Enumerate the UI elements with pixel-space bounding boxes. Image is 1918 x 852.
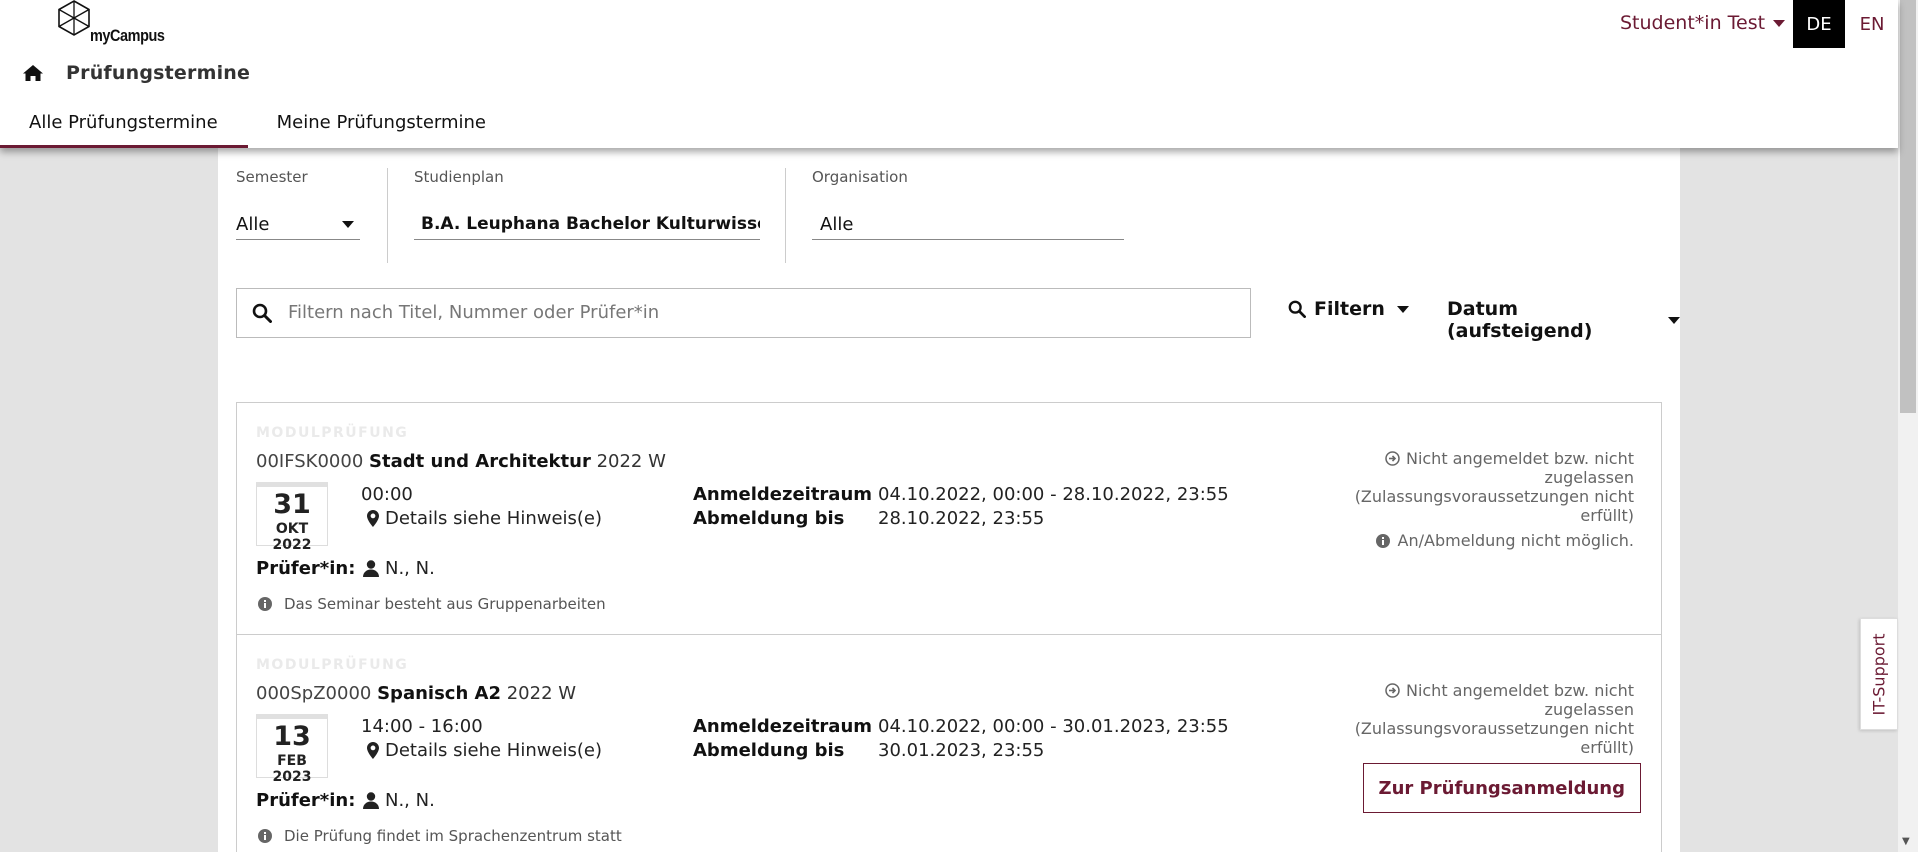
- exam-month-year: OKT 2022: [272, 521, 312, 553]
- reg-period-label: Anmeldezeitraum: [693, 716, 873, 737]
- dereg-label: Abmeldung bis: [693, 740, 845, 761]
- exam-semester: 2022 W: [596, 451, 666, 472]
- studienplan-select[interactable]: B.A. Leuphana Bachelor Kulturwissens ...: [414, 208, 760, 240]
- registration-status: Nicht angemeldet bzw. nicht zugelassen (…: [1344, 449, 1634, 525]
- scrollbar-thumb[interactable]: [1900, 0, 1916, 413]
- info-icon: [258, 829, 272, 843]
- user-menu[interactable]: Student*in Test: [1620, 12, 1786, 34]
- dereg-value: 28.10.2022, 23:55: [878, 508, 1045, 529]
- exam-item: MODULPRÜFUNG 00IFSK0000 Stadt und Archit…: [237, 403, 1661, 635]
- exam-number: 00IFSK0000: [256, 451, 364, 472]
- semester-select[interactable]: Alle: [236, 208, 360, 240]
- examiner: N., N.: [363, 790, 435, 811]
- sign-in-icon: [1385, 451, 1400, 466]
- caret-down-icon: [1668, 316, 1680, 324]
- divider: [387, 168, 388, 263]
- page-title: Prüfungstermine: [66, 62, 251, 84]
- reg-period-label: Anmeldezeitraum: [693, 484, 873, 505]
- search-placeholder: Filtern nach Titel, Nummer oder Prüfer*i…: [288, 302, 660, 323]
- info-icon: [258, 597, 272, 611]
- exam-location: Details siehe Hinweis(e): [367, 740, 602, 761]
- user-icon: [363, 560, 379, 577]
- exam-note-text: Die Prüfung findet im Sprachenzentrum st…: [284, 827, 622, 845]
- organisation-label: Organisation: [812, 168, 908, 186]
- info-icon: [1375, 533, 1390, 548]
- exam-note: Die Prüfung findet im Sprachenzentrum st…: [258, 827, 622, 845]
- sort-button[interactable]: Datum (aufsteigend): [1447, 298, 1680, 342]
- exam-list: MODULPRÜFUNG 00IFSK0000 Stadt und Archit…: [236, 402, 1662, 852]
- registration-info-text: An/Abmeldung nicht möglich.: [1397, 531, 1634, 550]
- exam-semester: 2022 W: [506, 683, 577, 704]
- it-support-label: IT-Support: [1869, 632, 1889, 716]
- caret-down-icon: [342, 221, 354, 228]
- exam-title: 000SpZ0000 Spanisch A2 2022 W: [256, 683, 576, 704]
- exam-month-year: FEB 2023: [272, 753, 312, 785]
- exam-registration-button[interactable]: Zur Prüfungsanmeldung: [1362, 763, 1641, 813]
- it-support-button[interactable]: IT-Support: [1860, 618, 1898, 730]
- exam-day: 31: [273, 489, 311, 520]
- filter-button[interactable]: Filtern: [1288, 298, 1409, 320]
- semester-label: Semester: [236, 168, 308, 186]
- caret-down-icon: [1396, 305, 1409, 313]
- registration-status: Nicht angemeldet bzw. nicht zugelassen (…: [1344, 681, 1634, 757]
- home-icon[interactable]: [22, 64, 44, 82]
- reg-period-value: 04.10.2022, 00:00 - 30.01.2023, 23:55: [878, 716, 1229, 737]
- dereg-label: Abmeldung bis: [693, 508, 845, 529]
- search-icon: [1288, 300, 1306, 318]
- exam-type: MODULPRÜFUNG: [256, 425, 409, 441]
- exam-name: Stadt und Architektur: [369, 451, 591, 472]
- exam-number: 000SpZ0000: [256, 683, 372, 704]
- lang-en-button[interactable]: EN: [1852, 0, 1892, 48]
- app-header: myCampus Student*in Test DE EN Prüfungst…: [0, 0, 1898, 148]
- exam-day: 13: [273, 721, 311, 752]
- exam-note: Das Seminar besteht aus Gruppenarbeiten: [258, 595, 606, 613]
- page-scrollbar[interactable]: ▼: [1898, 0, 1918, 852]
- tab-bar: Alle Prüfungstermine Meine Prüfungstermi…: [0, 108, 516, 148]
- studienplan-label: Studienplan: [414, 168, 504, 186]
- exam-location-text: Details siehe Hinweis(e): [385, 740, 603, 761]
- exam-date: 13 FEB 2023: [256, 714, 328, 785]
- user-name: Student*in Test: [1620, 12, 1766, 34]
- search-icon: [252, 303, 272, 323]
- search-input[interactable]: Filtern nach Titel, Nummer oder Prüfer*i…: [236, 288, 1251, 338]
- exam-note-text: Das Seminar besteht aus Gruppenarbeiten: [284, 595, 606, 613]
- tab-all-exams[interactable]: Alle Prüfungstermine: [0, 108, 248, 148]
- semester-value: Alle: [236, 214, 270, 235]
- map-marker-icon: [367, 510, 379, 527]
- exam-location-text: Details siehe Hinweis(e): [385, 508, 603, 529]
- cube-logo-icon: [58, 0, 90, 36]
- user-icon: [363, 792, 379, 809]
- map-marker-icon: [367, 742, 379, 759]
- sign-in-icon: [1385, 683, 1400, 698]
- examiner-name: N., N.: [385, 790, 435, 811]
- scroll-down-icon[interactable]: ▼: [1902, 836, 1910, 847]
- mycampus-logo[interactable]: myCampus: [58, 0, 178, 50]
- reg-period-value: 04.10.2022, 00:00 - 28.10.2022, 23:55: [878, 484, 1229, 505]
- registration-info: An/Abmeldung nicht möglich.: [1375, 531, 1634, 550]
- organisation-select[interactable]: Alle: [812, 208, 1124, 240]
- exam-name: Spanisch A2: [377, 683, 501, 704]
- sort-label: Datum (aufsteigend): [1447, 298, 1593, 342]
- lang-de-button[interactable]: DE: [1793, 0, 1845, 48]
- examiner-name: N., N.: [385, 558, 435, 579]
- exam-location: Details siehe Hinweis(e): [367, 508, 602, 529]
- examiner: N., N.: [363, 558, 435, 579]
- exam-date: 31 OKT 2022: [256, 482, 328, 553]
- tab-my-exams[interactable]: Meine Prüfungstermine: [248, 108, 516, 148]
- exam-time: 14:00 - 16:00: [361, 716, 483, 737]
- exam-item: MODULPRÜFUNG 000SpZ0000 Spanisch A2 2022…: [237, 635, 1661, 852]
- logo-text: myCampus: [90, 26, 165, 45]
- caret-down-icon: [1773, 19, 1786, 27]
- exam-time: 00:00: [361, 484, 413, 505]
- filter-label: Filtern: [1314, 298, 1385, 320]
- divider: [785, 168, 786, 263]
- main-content: Semester Alle Studienplan B.A. Leuphana …: [218, 148, 1680, 852]
- examiner-label: Prüfer*in:: [256, 790, 356, 811]
- exam-title: 00IFSK0000 Stadt und Architektur 2022 W: [256, 451, 666, 472]
- exam-type: MODULPRÜFUNG: [256, 657, 409, 673]
- dereg-value: 30.01.2023, 23:55: [878, 740, 1045, 761]
- examiner-label: Prüfer*in:: [256, 558, 356, 579]
